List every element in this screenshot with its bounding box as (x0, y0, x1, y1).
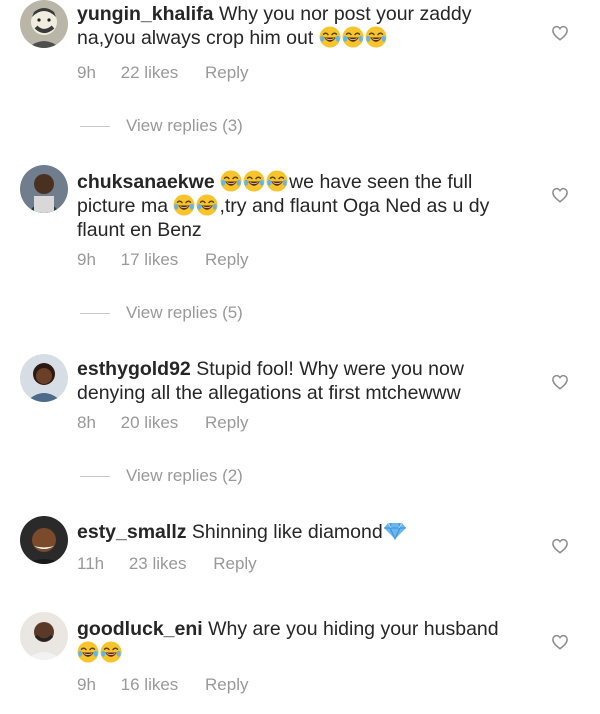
laugh-emoji-icon (342, 26, 364, 48)
reply-button[interactable]: Reply (205, 413, 248, 433)
comment-username[interactable]: esthygold92 (77, 358, 191, 380)
heart-icon[interactable] (551, 24, 569, 42)
laugh-emoji-group (220, 171, 289, 193)
likes-count[interactable]: 23 likes (129, 554, 187, 574)
heart-icon[interactable] (551, 373, 569, 391)
comment-time: 9h (77, 250, 96, 269)
view-replies-button[interactable]: View replies (5) (80, 303, 243, 323)
view-replies-button[interactable]: View replies (3) (80, 116, 243, 136)
laugh-emoji-icon (266, 170, 288, 192)
replies-divider (80, 476, 110, 478)
view-replies-label: View replies (3) (126, 116, 243, 135)
comment-meta: 11h 23 likes Reply (77, 554, 257, 574)
laugh-emoji-group (173, 195, 219, 217)
laugh-emoji-group (77, 642, 123, 664)
avatar[interactable] (20, 0, 68, 48)
laugh-emoji-icon (365, 26, 387, 48)
comment-body: Why are you hiding your husband (202, 618, 499, 640)
laugh-emoji-group (319, 27, 388, 49)
likes-count[interactable]: 22 likes (121, 63, 179, 83)
replies-divider (80, 126, 110, 128)
reply-button[interactable]: Reply (205, 63, 248, 83)
comment-time: 11h (77, 554, 105, 573)
avatar[interactable] (20, 354, 68, 402)
likes-count[interactable]: 17 likes (121, 250, 179, 270)
reply-button[interactable]: Reply (205, 250, 248, 270)
laugh-emoji-icon (77, 641, 99, 663)
comment-text: esty_smallz Shinning like diamond (77, 520, 527, 544)
view-replies-button[interactable]: View replies (2) (80, 466, 243, 486)
replies-divider (80, 313, 110, 315)
comment-meta: 8h 20 likes Reply (77, 413, 249, 433)
comment-body: Shinning like diamond (186, 521, 383, 543)
comment-text: esthygold92 Stupid fool! Why were you no… (77, 357, 527, 405)
comment-username[interactable]: esty_smallz (77, 521, 187, 543)
view-replies-label: View replies (2) (126, 466, 243, 485)
laugh-emoji-icon (220, 170, 242, 192)
comment-time: 9h (77, 63, 96, 82)
heart-icon[interactable] (551, 537, 569, 555)
comment-text: yungin_khalifa Why you nor post your zad… (77, 2, 527, 50)
likes-count[interactable]: 16 likes (121, 675, 179, 695)
avatar[interactable] (20, 516, 68, 564)
comment-username[interactable]: yungin_khalifa (77, 3, 214, 25)
comment-time: 8h (77, 413, 96, 432)
reply-button[interactable]: Reply (213, 554, 256, 574)
comment-text: goodluck_eni Why are you hiding your hus… (77, 617, 527, 665)
avatar[interactable] (20, 165, 68, 213)
diamond-emoji-icon (383, 522, 407, 540)
heart-icon[interactable] (551, 186, 569, 204)
comment-meta: 9h 17 likes Reply (77, 250, 249, 270)
comment-username[interactable]: chuksanaekwe (77, 171, 215, 193)
comment-meta: 9h 16 likes Reply (77, 675, 249, 695)
comment-text: chuksanaekwe we have seen the full pictu… (77, 170, 527, 242)
comment-username[interactable]: goodluck_eni (77, 618, 203, 640)
comment-time: 9h (77, 675, 96, 694)
laugh-emoji-icon (243, 170, 265, 192)
avatar[interactable] (20, 612, 68, 660)
laugh-emoji-icon (173, 194, 195, 216)
heart-icon[interactable] (551, 633, 569, 651)
likes-count[interactable]: 20 likes (121, 413, 179, 433)
comment-meta: 9h 22 likes Reply (77, 63, 249, 83)
reply-button[interactable]: Reply (205, 675, 248, 695)
laugh-emoji-icon (100, 641, 122, 663)
laugh-emoji-icon (196, 194, 218, 216)
laugh-emoji-icon (319, 26, 341, 48)
view-replies-label: View replies (5) (126, 303, 243, 322)
